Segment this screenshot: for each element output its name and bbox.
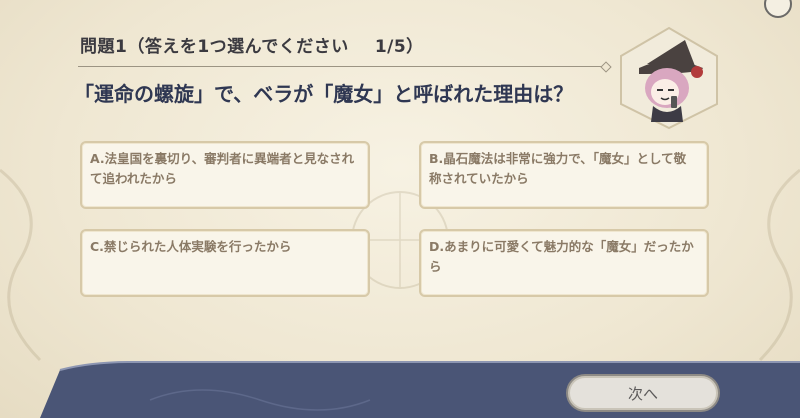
character-portrait [620,26,718,130]
answer-option-a[interactable]: A.法皇国を裏切り、審判者に異端者と見なされて追われたから [80,141,370,209]
answer-option-c[interactable]: C.禁じられた人体実験を行ったから [80,229,370,297]
question-text: 「運命の螺旋」で、ベラが「魔女」と呼ばれた理由は？ [74,82,574,106]
ornament-left-icon [0,168,42,362]
answer-option-c-label: C.禁じられた人体実験を行ったから [90,239,292,254]
answer-option-d[interactable]: D.あまりに可愛くて魅力的な「魔女」だったから [419,229,709,297]
answer-option-a-label: A.法皇国を裏切り、審判者に異端者と見なされて追われたから [90,151,355,186]
question-header: 問題1（答えを1つ選んでください 1/5） [80,32,424,57]
answer-option-b-label: B.晶石魔法は非常に強力で、「魔女」として敬称されていたから [429,151,687,186]
ornament-right-icon [758,168,800,362]
question-number: 問題1（答えを1つ選んでください [80,37,349,57]
header-divider [78,66,606,67]
answer-option-b[interactable]: B.晶石魔法は非常に強力で、「魔女」として敬称されていたから [419,141,709,209]
question-counter: 1/5） [374,37,424,57]
answer-option-d-label: D.あまりに可愛くて魅力的な「魔女」だったから [429,239,694,274]
next-button[interactable]: 次へ [568,376,718,410]
